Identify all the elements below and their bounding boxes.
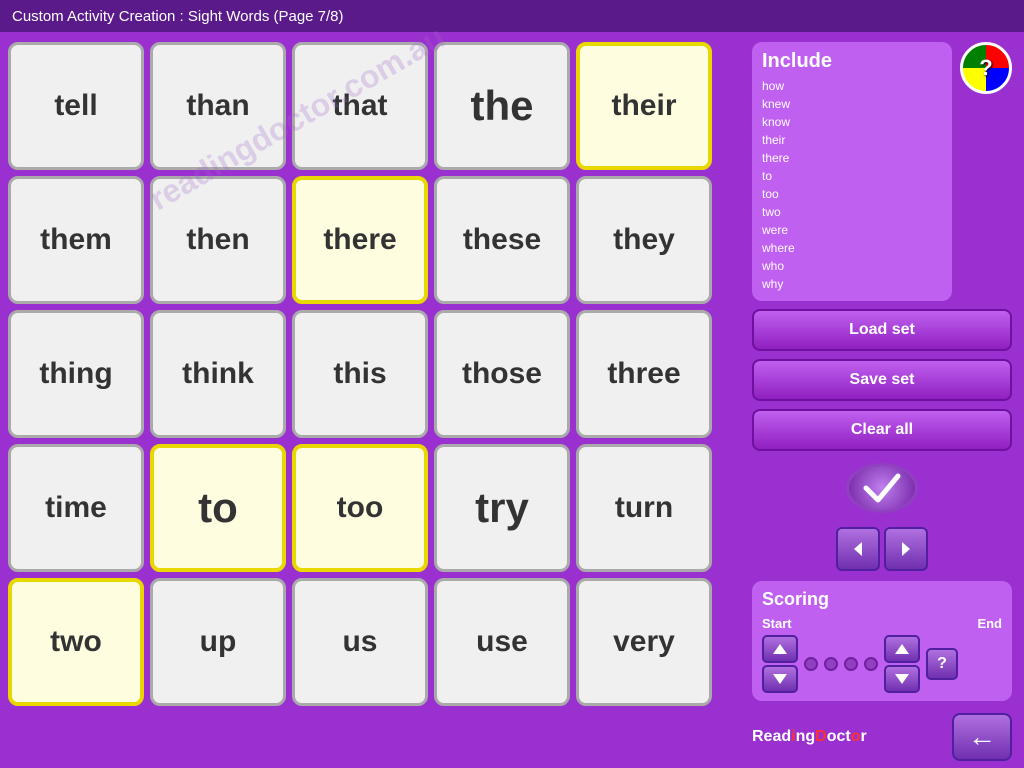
word-card[interactable]: their	[576, 42, 712, 170]
end-down-arrow[interactable]	[884, 665, 920, 693]
word-card[interactable]: this	[292, 310, 428, 438]
include-word-item: why	[762, 275, 942, 293]
back-button[interactable]: ←	[952, 713, 1012, 761]
word-card[interactable]: tell	[8, 42, 144, 170]
word-card[interactable]: the	[434, 42, 570, 170]
logo-text-reading: Read	[752, 728, 791, 745]
score-dot-3	[844, 657, 858, 671]
include-title: Include	[762, 50, 942, 73]
word-card[interactable]: time	[8, 444, 144, 572]
word-card[interactable]: us	[292, 578, 428, 706]
include-word-item: know	[762, 113, 942, 131]
logo-text-dot: o	[851, 728, 861, 745]
nav-arrows	[752, 527, 1012, 571]
start-down-arrow[interactable]	[762, 665, 798, 693]
word-card[interactable]: think	[150, 310, 286, 438]
scoring-panel: Scoring Start End	[752, 581, 1012, 701]
include-panel: Include howknewknowtheirtheretotootwower…	[752, 42, 952, 301]
word-card[interactable]: to	[150, 444, 286, 572]
word-card[interactable]: two	[8, 578, 144, 706]
word-card[interactable]: thing	[8, 310, 144, 438]
include-words-list: howknewknowtheirtheretotootwowerewherewh…	[762, 77, 942, 293]
include-word-item: how	[762, 77, 942, 95]
word-card[interactable]: then	[150, 176, 286, 304]
help-button[interactable]: ?	[960, 42, 1012, 94]
help-label: ?	[979, 55, 992, 81]
score-dot-1	[804, 657, 818, 671]
score-dot-2	[824, 657, 838, 671]
include-word-item: to	[762, 167, 942, 185]
word-card[interactable]: three	[576, 310, 712, 438]
scoring-title: Scoring	[762, 589, 1002, 610]
prev-arrow-button[interactable]	[836, 527, 880, 571]
header-bar: Custom Activity Creation : Sight Words (…	[0, 0, 1024, 32]
end-up-arrow[interactable]	[884, 635, 920, 663]
end-label: End	[977, 616, 1002, 631]
word-card[interactable]: them	[8, 176, 144, 304]
word-row: timetotootryturn	[8, 444, 732, 572]
word-card[interactable]: they	[576, 176, 712, 304]
header-title: Custom Activity Creation : Sight Words (…	[12, 8, 344, 25]
end-score-arrows	[884, 635, 920, 693]
check-icon	[860, 466, 904, 510]
scoring-question-button[interactable]: ?	[926, 648, 958, 680]
reading-doctor-logo: ReadingDoctor	[752, 728, 867, 746]
start-up-arrow[interactable]	[762, 635, 798, 663]
start-label: Start	[762, 616, 792, 631]
word-card[interactable]: than	[150, 42, 286, 170]
word-card[interactable]: these	[434, 176, 570, 304]
sidebar-top: Include howknewknowtheirtheretotootwower…	[752, 42, 1012, 301]
word-card[interactable]: up	[150, 578, 286, 706]
clear-all-button[interactable]: Clear all	[752, 409, 1012, 451]
word-card[interactable]: turn	[576, 444, 712, 572]
scoring-question-label: ?	[937, 655, 947, 673]
save-set-button[interactable]: Save set	[752, 359, 1012, 401]
bottom-bar: ReadingDoctor ←	[752, 713, 1012, 761]
word-card[interactable]: try	[434, 444, 570, 572]
next-arrow-button[interactable]	[884, 527, 928, 571]
include-word-item: where	[762, 239, 942, 257]
logo-text-ng: ng	[796, 728, 816, 745]
check-button[interactable]	[846, 463, 918, 513]
include-word-item: who	[762, 257, 942, 275]
include-word-item: their	[762, 131, 942, 149]
scoring-labels: Start End	[762, 616, 1002, 631]
word-card[interactable]: very	[576, 578, 712, 706]
word-card[interactable]: that	[292, 42, 428, 170]
word-row: themthentherethesethey	[8, 176, 732, 304]
back-arrow-icon: ←	[968, 721, 996, 753]
word-row: twoupususevery	[8, 578, 732, 706]
logo-text-octor: oct	[827, 728, 851, 745]
left-arrow-icon	[848, 539, 868, 559]
score-dot-4	[864, 657, 878, 671]
word-grid-area: tellthanthatthetheirthemthentheretheseth…	[0, 32, 740, 768]
start-score-arrows	[762, 635, 798, 693]
word-card[interactable]: use	[434, 578, 570, 706]
include-word-item: knew	[762, 95, 942, 113]
scoring-controls: ?	[762, 635, 1002, 693]
logo-text-r: r	[860, 728, 866, 745]
main-layout: tellthanthatthetheirthemthentheretheseth…	[0, 32, 1024, 768]
sidebar: Include howknewknowtheirtheretotootwower…	[740, 32, 1024, 768]
right-arrow-icon	[896, 539, 916, 559]
logo-text-d: D	[815, 728, 827, 745]
load-set-button[interactable]: Load set	[752, 309, 1012, 351]
word-card[interactable]: those	[434, 310, 570, 438]
word-row: tellthanthatthetheir	[8, 42, 732, 170]
word-card[interactable]: too	[292, 444, 428, 572]
include-word-item: there	[762, 149, 942, 167]
word-card[interactable]: there	[292, 176, 428, 304]
include-word-item: two	[762, 203, 942, 221]
score-dots	[804, 657, 878, 671]
include-word-item: too	[762, 185, 942, 203]
include-word-item: were	[762, 221, 942, 239]
word-row: thingthinkthisthosethree	[8, 310, 732, 438]
